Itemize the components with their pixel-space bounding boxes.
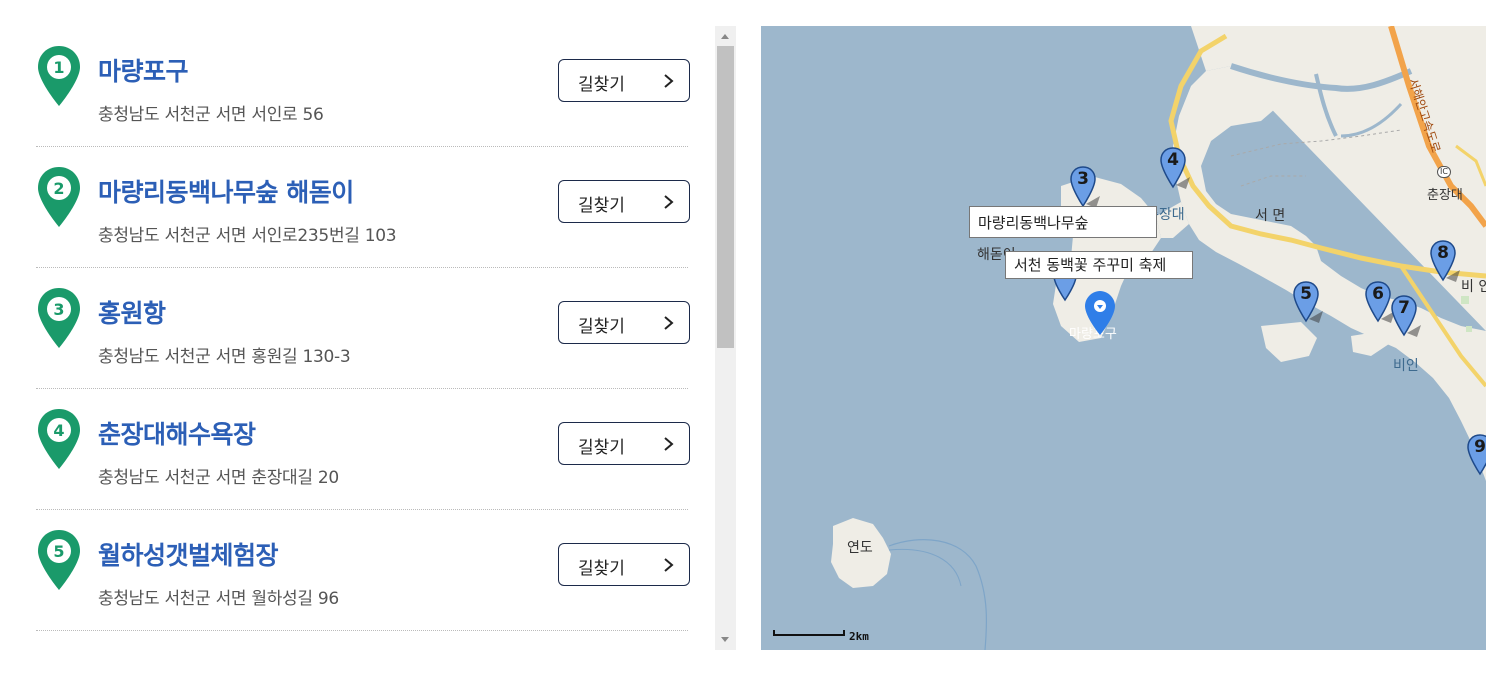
chevron-right-icon [664,195,674,209]
directions-label: 길찾기 [578,559,625,579]
directions-button[interactable]: 길찾기 [558,180,690,223]
map-tooltip[interactable]: 서천 동백꽃 주꾸미 축제 [1005,251,1193,279]
map-pin-icon: 5 [38,530,80,590]
scale-label: 2km [849,630,869,643]
selected-location-pin-icon[interactable] [1084,290,1118,336]
map-tooltip[interactable]: 마량리동백나무숲 [969,206,1157,238]
directions-label: 길찾기 [578,75,625,95]
directions-label: 길찾기 [578,196,625,216]
place-label-bi-in-partial: 비 인 [1461,279,1486,295]
marker-number: 5 [1300,284,1312,304]
map-marker[interactable]: 8 [1430,240,1460,284]
pin-number: 3 [53,300,64,319]
spot-name[interactable]: 춘장대해수욕장 [98,415,256,451]
list-item[interactable]: 2 마량리동백나무숲 해돋이 충청남도 서천군 서면 서인로235번길 103 … [36,147,690,268]
map-pin-icon: 3 [38,288,80,348]
map-marker[interactable]: 9 [1467,434,1486,478]
scroll-down-arrow-icon[interactable] [721,637,729,642]
spot-address: 충청남도 서천군 서면 서인로 56 [98,105,324,125]
place-label-yeondo: 연도 [847,540,873,556]
pin-number: 1 [53,58,64,77]
pin-number: 2 [53,179,64,198]
directions-label: 길찾기 [578,438,625,458]
scale-bar [773,630,845,636]
spot-name[interactable]: 홍원항 [98,294,166,330]
marker-number: 4 [1167,150,1179,170]
list-item[interactable]: 5 월하성갯벌체험장 충청남도 서천군 서면 월하성길 96 길찾기 [36,510,690,631]
spot-name[interactable]: 마량포구 [98,52,189,88]
place-label-bi-in: 비인 [1393,358,1419,374]
list-item[interactable]: 3 홍원항 충청남도 서천군 서면 홍원길 130-3 길찾기 [36,268,690,389]
marker-number: 7 [1398,298,1410,318]
divider [36,630,688,631]
marker-number: 3 [1077,169,1089,189]
spot-list: 1 마량포구 충청남도 서천군 서면 서인로 56 길찾기 2 마량리동백나무숲… [0,26,712,650]
scroll-up-arrow-icon[interactable] [721,34,729,39]
place-label-chunjangdae-town: 춘장대 [1427,188,1463,203]
spot-address: 충청남도 서천군 서면 서인로235번길 103 [98,226,397,246]
pin-number: 5 [53,542,64,561]
place-label-seomyeon: 서 면 [1255,208,1286,224]
marker-number: 8 [1437,243,1449,263]
list-item[interactable]: 4 춘장대해수욕장 충청남도 서천군 서면 춘장대길 20 길찾기 [36,389,690,510]
map-marker[interactable]: 4 [1160,147,1190,191]
directions-label: 길찾기 [578,317,625,337]
directions-button[interactable]: 길찾기 [558,422,690,465]
scrollbar-thumb[interactable] [717,46,734,348]
marker-number: 6 [1372,284,1384,304]
spot-address: 충청남도 서천군 서면 홍원길 130-3 [98,347,351,367]
chevron-right-icon [664,558,674,572]
marker-number: 9 [1474,437,1486,457]
spot-address: 충청남도 서천군 서면 춘장대길 20 [98,468,339,488]
spot-name[interactable]: 월하성갯벌체험장 [98,536,279,572]
map-pin-icon: 2 [38,167,80,227]
ic-badge: IC [1437,166,1451,178]
map-pin-icon: 4 [38,409,80,469]
map-marker[interactable]: 5 [1293,281,1323,325]
list-scrollbar[interactable] [715,26,736,650]
spot-name[interactable]: 마량리동백나무숲 해돋이 [98,173,354,209]
directions-button[interactable]: 길찾기 [558,59,690,102]
map-marker[interactable]: 7 [1391,295,1421,339]
pin-number: 4 [53,421,64,440]
chevron-right-icon [664,74,674,88]
directions-button[interactable]: 길찾기 [558,543,690,586]
spot-address: 충청남도 서천군 서면 월하성길 96 [98,589,339,609]
chevron-right-icon [664,316,674,330]
map-view[interactable]: 서 면 춘장대 춘장대 비인 비 인 연도 해돋이 마량포구 서해안고속도로 I… [761,26,1486,650]
map-pin-icon: 1 [38,46,80,106]
directions-button[interactable]: 길찾기 [558,301,690,344]
chevron-right-icon [664,437,674,451]
list-item[interactable]: 1 마량포구 충청남도 서천군 서면 서인로 56 길찾기 [36,26,690,147]
map-marker[interactable]: 3 [1070,166,1100,210]
